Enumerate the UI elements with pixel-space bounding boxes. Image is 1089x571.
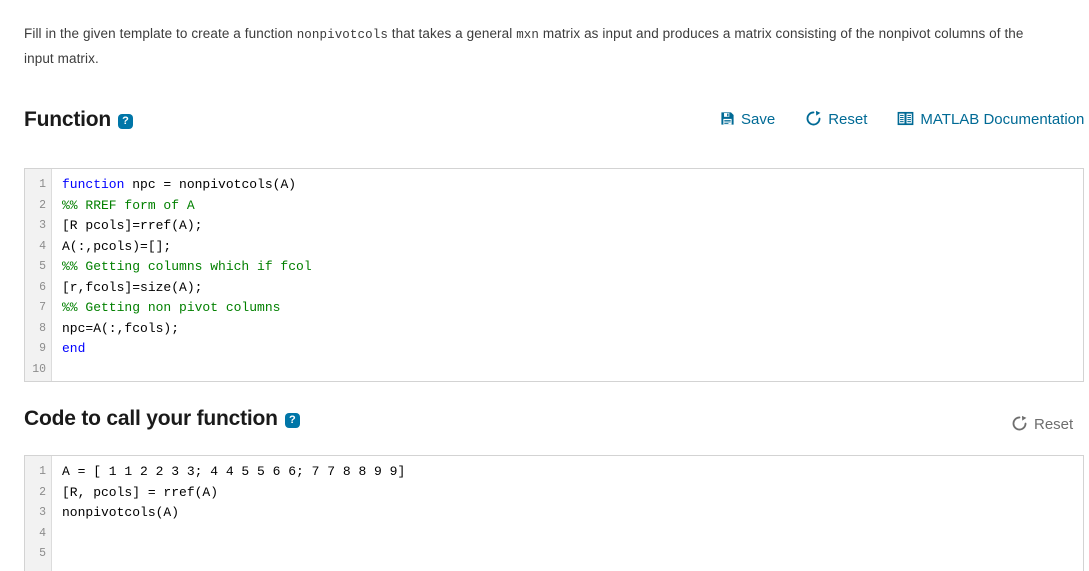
call-reset-button[interactable]: Reset bbox=[1011, 415, 1073, 432]
line-number: 4 bbox=[39, 526, 46, 540]
line-number: 5 bbox=[39, 260, 46, 273]
call-toolbar: Reset bbox=[1011, 415, 1073, 432]
code-line[interactable]: %% Getting non pivot columns bbox=[62, 298, 1083, 319]
function-code-editor[interactable]: 1 2 3 4 5 6 7 8 9 10 function npc = nonpivotcols(… bbox=[24, 168, 1084, 382]
matlab-documentation-link[interactable]: MATLAB Documentation bbox=[897, 111, 1085, 128]
save-button[interactable]: Save bbox=[720, 111, 776, 128]
code-line[interactable]: [R pcols]=rref(A); bbox=[62, 216, 1083, 237]
refresh-circle-arrow-icon bbox=[805, 110, 822, 127]
code-line[interactable]: %% RREF form of A bbox=[62, 196, 1083, 217]
code-line[interactable]: [r,fcols]=size(A); bbox=[62, 278, 1083, 299]
code-token-plain: [r,fcols]=size(A); bbox=[62, 279, 203, 295]
help-icon[interactable]: ? bbox=[118, 113, 134, 129]
call-section-title: Code to call your function bbox=[24, 407, 278, 430]
prompt-text-part1: Fill in the given template to create a f… bbox=[24, 25, 297, 41]
code-token-keyword: function bbox=[62, 177, 125, 192]
code-line[interactable]: %% Getting columns which if fcol bbox=[62, 257, 1083, 278]
line-number: 1 bbox=[39, 465, 46, 478]
code-line[interactable] bbox=[62, 544, 1083, 565]
code-token-keyword: end bbox=[62, 341, 86, 356]
code-line[interactable]: A(:,pcols)=[]; bbox=[62, 237, 1083, 258]
prompt-code-dimensions: mxn bbox=[516, 27, 540, 42]
call-editor-code[interactable]: A = [ 1 1 2 2 3 3; 4 4 5 5 6 6; 7 7 8 8 … bbox=[52, 456, 1083, 571]
code-line[interactable]: npc=A(:,fcols); bbox=[62, 319, 1083, 340]
problem-statement: Fill in the given template to create a f… bbox=[24, 22, 1044, 70]
function-section-header: Function ? bbox=[24, 108, 134, 132]
save-button-label: Save bbox=[741, 111, 776, 128]
code-line[interactable]: nonpivotcols(A) bbox=[62, 503, 1083, 524]
line-number: 3 bbox=[39, 219, 46, 232]
code-token-plain: [R, pcols] = rref(A) bbox=[62, 484, 219, 500]
line-number: 3 bbox=[39, 506, 46, 519]
code-token-plain: npc = nonpivotcols(A) bbox=[124, 177, 297, 192]
code-line[interactable]: A = [ 1 1 2 2 3 3; 4 4 5 5 6 6; 7 7 8 8 … bbox=[62, 462, 1083, 483]
prompt-code-function-name: nonpivotcols bbox=[296, 27, 388, 42]
refresh-circle-arrow-icon bbox=[1011, 415, 1028, 432]
floppy-disk-icon bbox=[720, 111, 735, 126]
line-number: 4 bbox=[39, 239, 46, 253]
call-editor-gutter: 1 2 3 4 5 bbox=[25, 456, 52, 571]
function-reset-button[interactable]: Reset bbox=[805, 110, 867, 127]
code-token-plain: npc=A(:,fcols); bbox=[62, 320, 180, 336]
code-token-plain: A = [ 1 1 2 2 3 3; 4 4 5 5 6 6; 7 7 8 8 … bbox=[62, 464, 406, 479]
function-editor-code[interactable]: function npc = nonpivotcols(A)%% RREF fo… bbox=[52, 169, 1083, 381]
code-line[interactable] bbox=[62, 524, 1083, 545]
matlab-grader-page: Fill in the given template to create a f… bbox=[0, 0, 1089, 571]
line-number: 2 bbox=[39, 198, 46, 212]
line-number: 2 bbox=[39, 485, 46, 499]
code-line[interactable]: [R, pcols] = rref(A) bbox=[62, 483, 1083, 504]
call-code-editor[interactable]: 1 2 3 4 5 A = [ 1 1 2 2 3 3; 4 4 5 5 6 6; 7 … bbox=[24, 455, 1084, 571]
code-token-comment: %% RREF form of A bbox=[62, 197, 195, 213]
code-token-plain: [R pcols]=rref(A); bbox=[62, 218, 203, 233]
line-number: 1 bbox=[39, 178, 46, 191]
line-number: 10 bbox=[32, 362, 46, 376]
line-number: 8 bbox=[39, 321, 46, 335]
code-line[interactable] bbox=[62, 360, 1083, 381]
matlab-documentation-label: MATLAB Documentation bbox=[920, 111, 1085, 128]
code-token-plain: nonpivotcols(A) bbox=[62, 505, 180, 520]
code-token-comment: %% Getting columns which if fcol bbox=[62, 259, 312, 274]
code-token-plain: A(:,pcols)=[]; bbox=[62, 238, 172, 254]
code-token-comment: %% Getting non pivot columns bbox=[62, 300, 281, 315]
call-reset-label: Reset bbox=[1034, 416, 1074, 433]
book-icon bbox=[897, 111, 914, 126]
function-reset-label: Reset bbox=[828, 111, 868, 128]
line-number: 5 bbox=[39, 547, 46, 560]
line-number: 9 bbox=[39, 342, 46, 355]
prompt-text-part2: that takes a general bbox=[387, 25, 517, 41]
function-editor-gutter: 1 2 3 4 5 6 7 8 9 10 bbox=[25, 169, 52, 381]
function-toolbar: Save Reset MATLAB Documentation bbox=[720, 110, 1084, 127]
function-section-title: Function bbox=[24, 108, 112, 131]
help-icon[interactable]: ? bbox=[284, 412, 300, 428]
line-number: 7 bbox=[39, 301, 46, 314]
line-number: 6 bbox=[39, 280, 46, 294]
code-line[interactable]: end bbox=[62, 339, 1083, 360]
call-section-header: Code to call your function ? bbox=[24, 407, 300, 431]
code-line[interactable]: function npc = nonpivotcols(A) bbox=[62, 175, 1083, 196]
